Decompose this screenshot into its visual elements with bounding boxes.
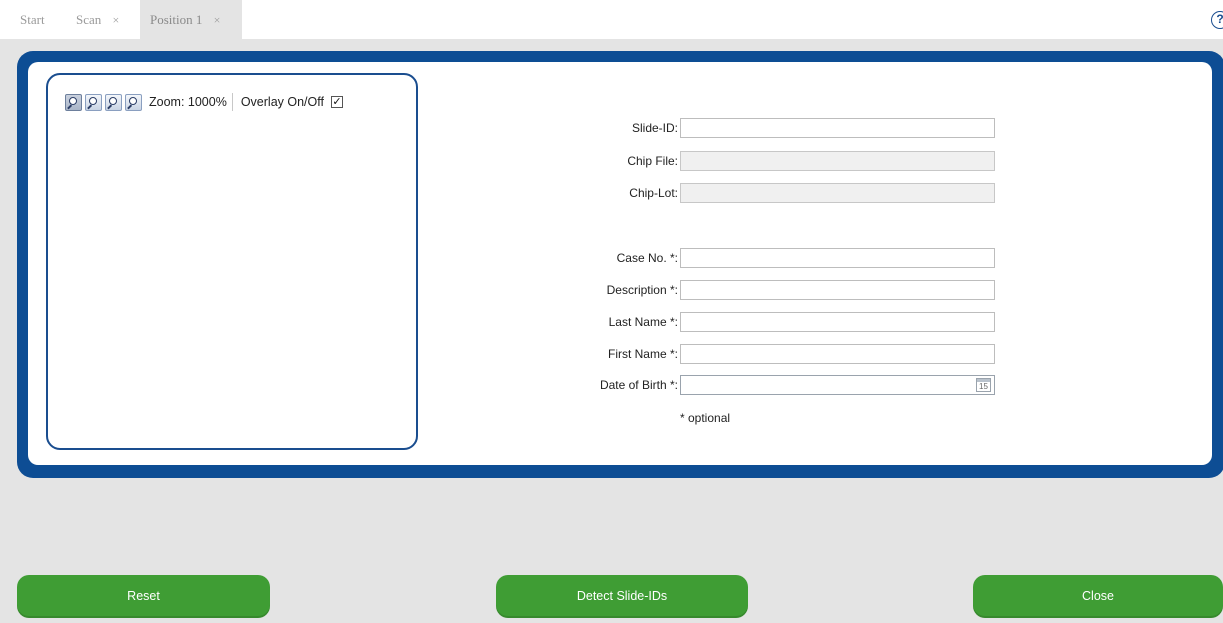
last-name-input[interactable] [680,312,995,332]
form-row-date-of-birth: Date of Birth *: [478,375,678,395]
content-panel: Zoom: 1000% Overlay On/Off ✓ Slide-ID: C… [28,62,1212,465]
image-viewer[interactable]: Zoom: 1000% Overlay On/Off ✓ [46,73,418,450]
tab-position-1-label: Position 1 [150,12,203,27]
form-row-slide-id: Slide-ID: [478,118,678,138]
date-of-birth-input[interactable]: 15 [680,375,995,395]
slide-id-input[interactable] [680,118,995,138]
content-frame: Zoom: 1000% Overlay On/Off ✓ Slide-ID: C… [17,51,1223,478]
tab-position-1[interactable]: Position 1 × [140,0,242,39]
date-of-birth-label: Date of Birth *: [599,378,678,392]
case-no-input[interactable] [680,248,995,268]
form-row-case-no: Case No. *: [478,248,678,268]
form-row-description: Description *: [478,280,678,300]
tab-start[interactable]: Start [10,0,60,39]
first-name-input[interactable] [680,344,995,364]
chip-lot-label: Chip-Lot: [629,186,678,200]
form-row-chip-file: Chip File: [478,151,678,171]
reset-button[interactable]: Reset [17,575,270,618]
tab-start-label: Start [20,12,45,27]
zoom-in-icon[interactable] [105,93,122,111]
tab-scan-close-icon[interactable]: × [113,13,120,27]
tab-scan[interactable]: Scan × [68,0,140,39]
slide-id-label: Slide-ID: [631,121,678,135]
case-no-label: Case No. *: [616,251,678,265]
help-icon[interactable]: ? [1211,11,1223,29]
form-row-first-name: First Name *: [478,344,678,364]
form-row-chip-lot: Chip-Lot: [478,183,678,203]
calendar-icon[interactable]: 15 [976,378,991,392]
detect-slide-ids-button[interactable]: Detect Slide-IDs [496,575,748,618]
tab-bar: Start Scan × Position 1 × ? [0,0,1223,39]
tab-position-1-close-icon[interactable]: × [214,13,221,27]
close-button[interactable]: Close [973,575,1223,618]
toolbar-divider [231,93,233,111]
zoom-out-icon[interactable] [85,93,102,111]
overlay-checkbox[interactable]: ✓ [330,96,343,108]
calendar-day-text: 15 [979,382,988,391]
chip-file-label: Chip File: [627,154,678,168]
zoom-reset-icon[interactable] [125,93,142,111]
zoom-level-label: Zoom: 1000% [149,95,227,109]
chip-lot-input [680,183,995,203]
tab-scan-label: Scan [76,12,102,27]
overlay-toggle-label: Overlay On/Off [240,95,324,109]
zoom-fit-icon[interactable] [65,93,82,111]
first-name-label: First Name *: [607,347,678,361]
form-row-last-name: Last Name *: [478,312,678,332]
viewer-toolbar: Zoom: 1000% Overlay On/Off ✓ [65,92,343,112]
optional-note: * optional [680,411,731,425]
description-label: Description *: [606,283,678,297]
description-input[interactable] [680,280,995,300]
chip-file-input [680,151,995,171]
last-name-label: Last Name *: [608,315,678,329]
